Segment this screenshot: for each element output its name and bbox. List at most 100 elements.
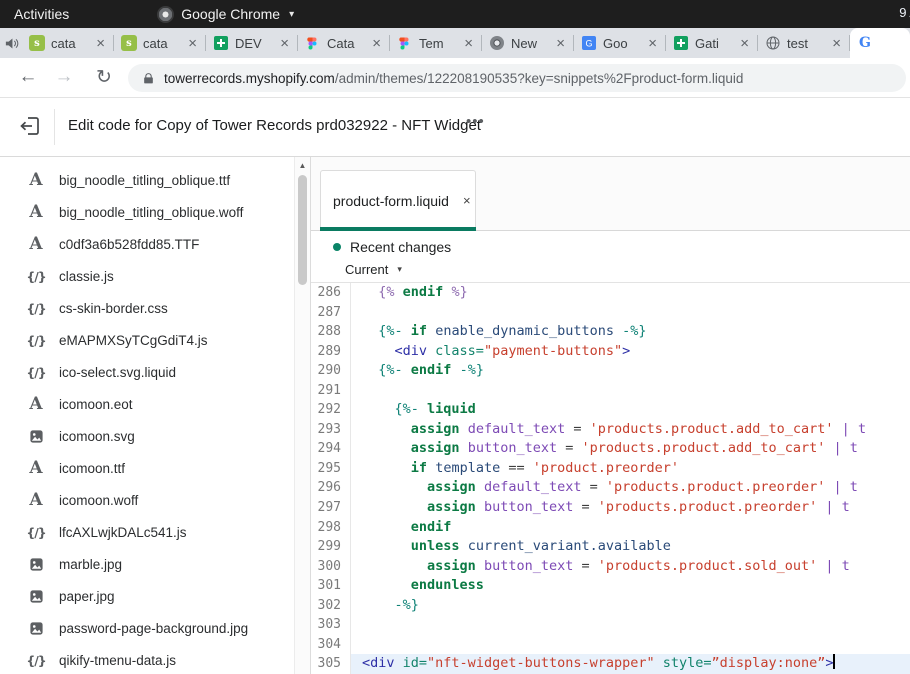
code-text[interactable]	[351, 381, 910, 401]
list-item-clipped[interactable]	[0, 157, 310, 164]
code-text[interactable]: assign default_text = 'products.product.…	[351, 420, 910, 440]
sidebar-file-item[interactable]: {/}eMAPMXSyTCgGdiT4.js	[0, 324, 310, 356]
code-text[interactable]: <div class="payment-buttons">	[351, 342, 910, 362]
more-actions-button[interactable]: •••	[466, 113, 485, 130]
tab-close-icon[interactable]: ×	[739, 36, 750, 51]
browser-tab[interactable]: New×	[482, 28, 573, 58]
code-text[interactable]: assign default_text = 'products.product.…	[351, 478, 910, 498]
sidebar-file-item[interactable]: {/}cs-skin-border.css	[0, 292, 310, 324]
code-text[interactable]: {%- liquid	[351, 400, 910, 420]
code-line[interactable]: 286 {% endif %}	[311, 283, 910, 303]
line-number: 304	[311, 635, 351, 655]
file-name: paper.jpg	[59, 589, 115, 604]
code-text[interactable]: {%- endif -%}	[351, 361, 910, 381]
code-line[interactable]: 299 unless current_variant.available	[311, 537, 910, 557]
file-tab-product-form[interactable]: product-form.liquid ×	[320, 170, 476, 231]
sidebar-file-item[interactable]: {/}qikify-tmenu-data.js	[0, 644, 310, 674]
code-line[interactable]: 304	[311, 635, 910, 655]
code-line[interactable]: 303	[311, 615, 910, 635]
address-bar[interactable]: towerrecords.myshopify.com/admin/themes/…	[128, 64, 906, 92]
reload-button[interactable]: ↻	[92, 66, 116, 89]
code-text[interactable]: assign button_text = 'products.product.s…	[351, 557, 910, 577]
sidebar-file-item[interactable]: Aicomoon.eot	[0, 388, 310, 420]
browser-tab[interactable]: GGoo×	[574, 28, 665, 58]
tab-close-icon[interactable]: ×	[95, 36, 106, 51]
tab-close-icon[interactable]: ×	[371, 36, 382, 51]
browser-tab[interactable]: scata×	[114, 28, 205, 58]
code-text[interactable]: unless current_variant.available	[351, 537, 910, 557]
sidebar-file-item[interactable]: Aicomoon.ttf	[0, 452, 310, 484]
code-line[interactable]: 291	[311, 381, 910, 401]
sidebar-file-item[interactable]: Abig_noodle_titling_oblique.woff	[0, 196, 310, 228]
code-line[interactable]: 294 assign button_text = 'products.produ…	[311, 439, 910, 459]
code-text[interactable]	[351, 615, 910, 635]
exit-code-editor-button[interactable]	[16, 112, 44, 140]
code-text[interactable]: <div id="nft-widget-buttons-wrapper" sty…	[351, 654, 910, 674]
browser-tab[interactable]: Cata×	[298, 28, 389, 58]
code-line[interactable]: 293 assign default_text = 'products.prod…	[311, 420, 910, 440]
browser-tab[interactable]: test×	[758, 28, 849, 58]
code-token	[476, 499, 484, 515]
code-line[interactable]: 297 assign button_text = 'products.produ…	[311, 498, 910, 518]
code-line[interactable]: 287	[311, 303, 910, 323]
tab-close-icon[interactable]: ×	[647, 36, 658, 51]
code-text[interactable]: assign button_text = 'products.product.p…	[351, 498, 910, 518]
code-line[interactable]: 289 <div class="payment-buttons">	[311, 342, 910, 362]
back-button[interactable]: ←	[16, 66, 40, 88]
sidebar-file-item[interactable]: password-page-background.jpg	[0, 612, 310, 644]
sidebar-file-item[interactable]: {/}lfcAXLwjkDALc541.js	[0, 516, 310, 548]
browser-tab[interactable]: DEV×	[206, 28, 297, 58]
code-line[interactable]: 301 endunless	[311, 576, 910, 596]
tab-close-icon[interactable]: ×	[831, 36, 842, 51]
code-line[interactable]: 298 endif	[311, 518, 910, 538]
browser-tab[interactable]: scata×	[22, 28, 113, 58]
code-editor[interactable]: 286 {% endif %}287288 {%- if enable_dyna…	[311, 283, 910, 674]
code-text[interactable]	[351, 303, 910, 323]
code-token: >	[622, 343, 630, 359]
code-line[interactable]: 300 assign button_text = 'products.produ…	[311, 557, 910, 577]
sidebar-file-item[interactable]: marble.jpg	[0, 548, 310, 580]
forward-button[interactable]: →	[52, 66, 76, 88]
file-tab-close-icon[interactable]: ×	[463, 193, 471, 208]
activities-button[interactable]: Activities	[14, 6, 69, 22]
tab-audio-speaker-icon[interactable]	[0, 36, 22, 51]
code-text[interactable]: endunless	[351, 576, 910, 596]
tab-close-icon[interactable]: ×	[187, 36, 198, 51]
sidebar-file-item[interactable]: Abig_noodle_titling_oblique.ttf	[0, 164, 310, 196]
code-text[interactable]	[351, 635, 910, 655]
code-text[interactable]: if template == 'product.preorder'	[351, 459, 910, 479]
code-text[interactable]: -%}	[351, 596, 910, 616]
code-text[interactable]: assign button_text = 'products.product.a…	[351, 439, 910, 459]
sidebar-file-item[interactable]: {/}ico-select.svg.liquid	[0, 356, 310, 388]
sidebar-file-item[interactable]: Ac0df3a6b528fdd85.TTF	[0, 228, 310, 260]
system-clock[interactable]: 9 A	[899, 5, 910, 20]
scrollbar-thumb[interactable]	[298, 175, 307, 285]
code-text[interactable]: {%- if enable_dynamic_buttons -%}	[351, 322, 910, 342]
code-token: <div	[362, 655, 395, 671]
sidebar-file-item[interactable]: paper.jpg	[0, 580, 310, 612]
tab-close-icon[interactable]: ×	[555, 36, 566, 51]
code-token	[825, 440, 833, 456]
sidebar-file-item[interactable]: icomoon.svg	[0, 420, 310, 452]
tab-close-icon[interactable]: ×	[279, 36, 290, 51]
sidebar-file-item[interactable]: {/}classie.js	[0, 260, 310, 292]
browser-tab[interactable]: Gati×	[666, 28, 757, 58]
browser-tab[interactable]: G	[850, 28, 910, 58]
sidebar-file-item[interactable]: Aicomoon.woff	[0, 484, 310, 516]
version-dropdown[interactable]: Current ▾	[345, 262, 402, 277]
code-line[interactable]: 292 {%- liquid	[311, 400, 910, 420]
code-text[interactable]: endif	[351, 518, 910, 538]
code-line[interactable]: 295 if template == 'product.preorder'	[311, 459, 910, 479]
code-line[interactable]: 305<div id="nft-widget-buttons-wrapper" …	[311, 654, 910, 674]
scroll-up-arrow-icon[interactable]: ▲	[295, 157, 310, 170]
code-line[interactable]: 288 {%- if enable_dynamic_buttons -%}	[311, 322, 910, 342]
browser-tab[interactable]: Tem×	[390, 28, 481, 58]
code-line[interactable]: 296 assign default_text = 'products.prod…	[311, 478, 910, 498]
app-menu[interactable]: Google Chrome ▾	[157, 6, 294, 23]
code-token: t	[850, 479, 858, 495]
code-line[interactable]: 290 {%- endif -%}	[311, 361, 910, 381]
code-text[interactable]: {% endif %}	[351, 283, 910, 303]
tab-close-icon[interactable]: ×	[463, 36, 474, 51]
sidebar-scrollbar[interactable]: ▲	[294, 157, 310, 674]
code-line[interactable]: 302 -%}	[311, 596, 910, 616]
